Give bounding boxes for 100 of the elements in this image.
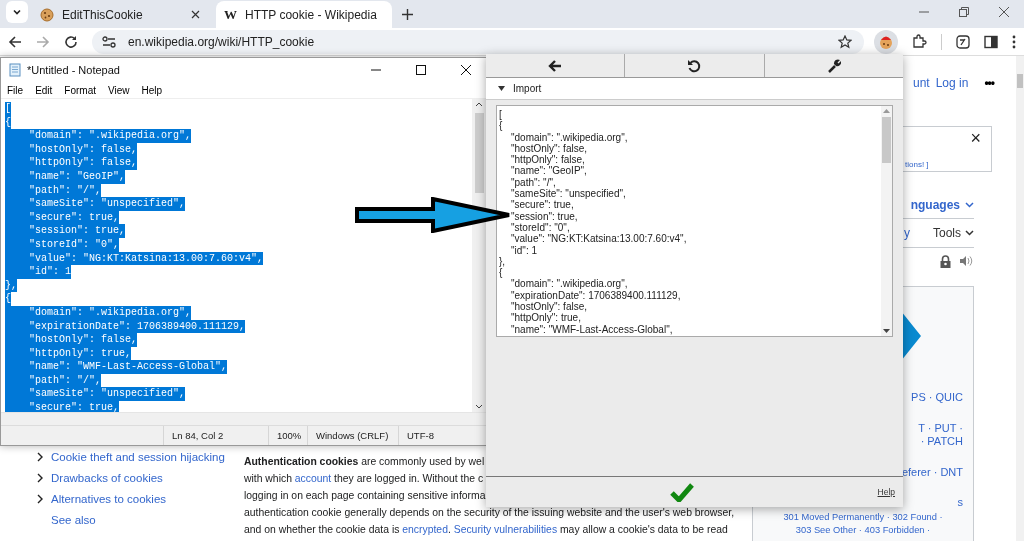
tab-title: HTTP cookie - Wikipedia (245, 7, 377, 22)
browser-tab[interactable]: W HTTP cookie - Wikipedia (216, 1, 392, 29)
infobox-links[interactable]: · PATCH (920, 435, 963, 449)
code-line: "hostOnly": false, (510, 301, 589, 313)
checkmark-icon[interactable] (669, 482, 694, 502)
header-link[interactable]: Log in (935, 76, 969, 90)
code-line: "httpOnly": true, (510, 312, 582, 324)
scroll-thumb[interactable] (474, 113, 484, 193)
more-menu-button[interactable]: ••• (984, 76, 994, 90)
restore-icon[interactable] (959, 7, 969, 18)
import-textarea[interactable] (496, 105, 893, 337)
article-link[interactable]: Security vulnerabilities (453, 524, 558, 535)
reload-icon[interactable] (64, 34, 78, 49)
menu-item[interactable]: Edit (35, 84, 53, 96)
code-line: { (499, 267, 504, 279)
chevron-down-icon (965, 230, 974, 236)
code-line: "name": "WMF-Last-Access-Global", (510, 323, 674, 335)
code-line: }, (499, 255, 507, 268)
status-field: Ln 84, Col 2 (164, 426, 269, 445)
chevron-icon[interactable] (36, 451, 44, 462)
triangle-icon (498, 86, 505, 91)
section-header[interactable]: Import (486, 78, 903, 100)
toc-link[interactable]: Cookie theft and session hijacking (51, 450, 225, 463)
scroll-thumb[interactable] (882, 117, 891, 163)
chevron-down-icon (965, 202, 974, 208)
notice-link[interactable]: tions! ] (905, 160, 929, 169)
menu-icon[interactable] (1012, 34, 1016, 49)
code-line: "hostOnly": false, (510, 142, 588, 155)
code-line: "secure": true, (510, 199, 575, 211)
lock-icon[interactable] (940, 254, 951, 268)
code-line: "domain": ".wikipedia.org", (510, 278, 629, 290)
scroll-up-icon[interactable] (475, 102, 483, 107)
star-icon[interactable] (838, 34, 852, 49)
code-line: "session": true, (510, 210, 579, 222)
infobox-links[interactable]: 301 Moved Permanently · 302 Found · (783, 510, 943, 524)
article-line: Authentication cookies are commonly used by wel (244, 456, 485, 469)
chevron-icon[interactable] (36, 472, 44, 483)
vertical-scrollbar[interactable] (881, 106, 892, 336)
tab-list-button[interactable] (6, 1, 28, 24)
page-tab[interactable]: y (904, 226, 910, 240)
menu-item[interactable]: Format (64, 84, 97, 96)
vertical-scrollbar[interactable] (472, 99, 486, 412)
menu-item[interactable]: Help (141, 84, 163, 96)
close-icon[interactable] (191, 10, 200, 20)
tab-title: EditThisCookie (62, 7, 144, 22)
vertical-scrollbar[interactable] (1016, 56, 1024, 541)
article-link[interactable]: encrypted (402, 524, 448, 535)
menu-item[interactable]: View (108, 84, 130, 96)
infobox-links[interactable]: T · PUT · (918, 421, 963, 435)
browser-tab[interactable]: EditThisCookie (32, 1, 208, 29)
notepad-icon (8, 63, 22, 77)
scroll-down-icon[interactable] (475, 404, 483, 409)
toc-link[interactable]: See also (51, 513, 96, 526)
infobox-links[interactable]: 303 See Other · 403 Forbidden · (795, 524, 931, 538)
article-line: with which account they are logged in. Without the c (244, 473, 484, 486)
scroll-down-icon[interactable] (883, 329, 890, 333)
code-line: "value": "NG:KT:Katsina:13.00:7.60:v4", (510, 233, 688, 245)
menu-item[interactable]: File (7, 84, 24, 96)
chevron-icon[interactable] (36, 493, 44, 504)
close-icon[interactable] (999, 7, 1009, 18)
maximize-icon[interactable] (416, 65, 426, 75)
audio-icon[interactable] (959, 255, 974, 267)
wrench-icon (826, 58, 841, 73)
code-line: "sameSite": "unspecified", (510, 188, 627, 200)
code-line: "id": 1 (510, 244, 538, 256)
undo-button[interactable] (625, 54, 765, 77)
article-line: logging in on each page containing sensitive informa (244, 490, 486, 503)
side-panel-icon[interactable] (984, 34, 998, 49)
status-field: UTF-8 (399, 426, 486, 445)
back-arrow-icon (548, 59, 563, 72)
close-icon[interactable] (461, 65, 471, 75)
article-line: and on whether the cookie data is encrypted. Security vulnerabilities may allow a cookie's data to be read (244, 524, 728, 537)
toc-link[interactable]: Drawbacks of cookies (51, 471, 163, 484)
cookie-extension-button[interactable] (874, 29, 898, 54)
scroll-thumb[interactable] (1017, 74, 1023, 88)
horizontal-scrollbar[interactable] (1, 412, 486, 425)
infobox-links[interactable]: PS · QUIC (911, 391, 963, 405)
site-info-icon[interactable] (102, 35, 116, 48)
puzzle-icon[interactable] (912, 34, 927, 50)
toc-link[interactable]: Alternatives to cookies (51, 492, 167, 505)
code-line: "httpOnly": false, (510, 154, 585, 166)
window-title: *Untitled - Notepad (27, 64, 120, 76)
status-field: 100% (269, 426, 308, 445)
address-bar[interactable]: en.wikipedia.org/wiki/HTTP_cookie (92, 29, 864, 54)
wikipedia-favicon: W (224, 6, 237, 23)
header-link[interactable]: unt (913, 76, 930, 90)
code-line: "name": "GeoIP", (510, 165, 588, 177)
new-tab-icon[interactable] (402, 9, 413, 21)
cookie-icon (40, 7, 54, 22)
close-button[interactable]: × (970, 130, 981, 146)
article-link[interactable]: account (294, 473, 332, 484)
help-link[interactable]: Help (877, 487, 895, 497)
tools-button[interactable]: Tools (933, 226, 961, 240)
url-text: en.wikipedia.org/wiki/HTTP_cookie (128, 34, 315, 49)
infobox-links[interactable]: eferer · DNT (901, 465, 963, 479)
code-line: "path": "/", (510, 176, 557, 189)
code-line: "domain": ".wikipedia.org", (510, 131, 629, 143)
infobox-links[interactable]: s (957, 496, 963, 510)
back-icon[interactable] (8, 34, 22, 49)
languages-button[interactable]: nguages (910, 198, 960, 212)
